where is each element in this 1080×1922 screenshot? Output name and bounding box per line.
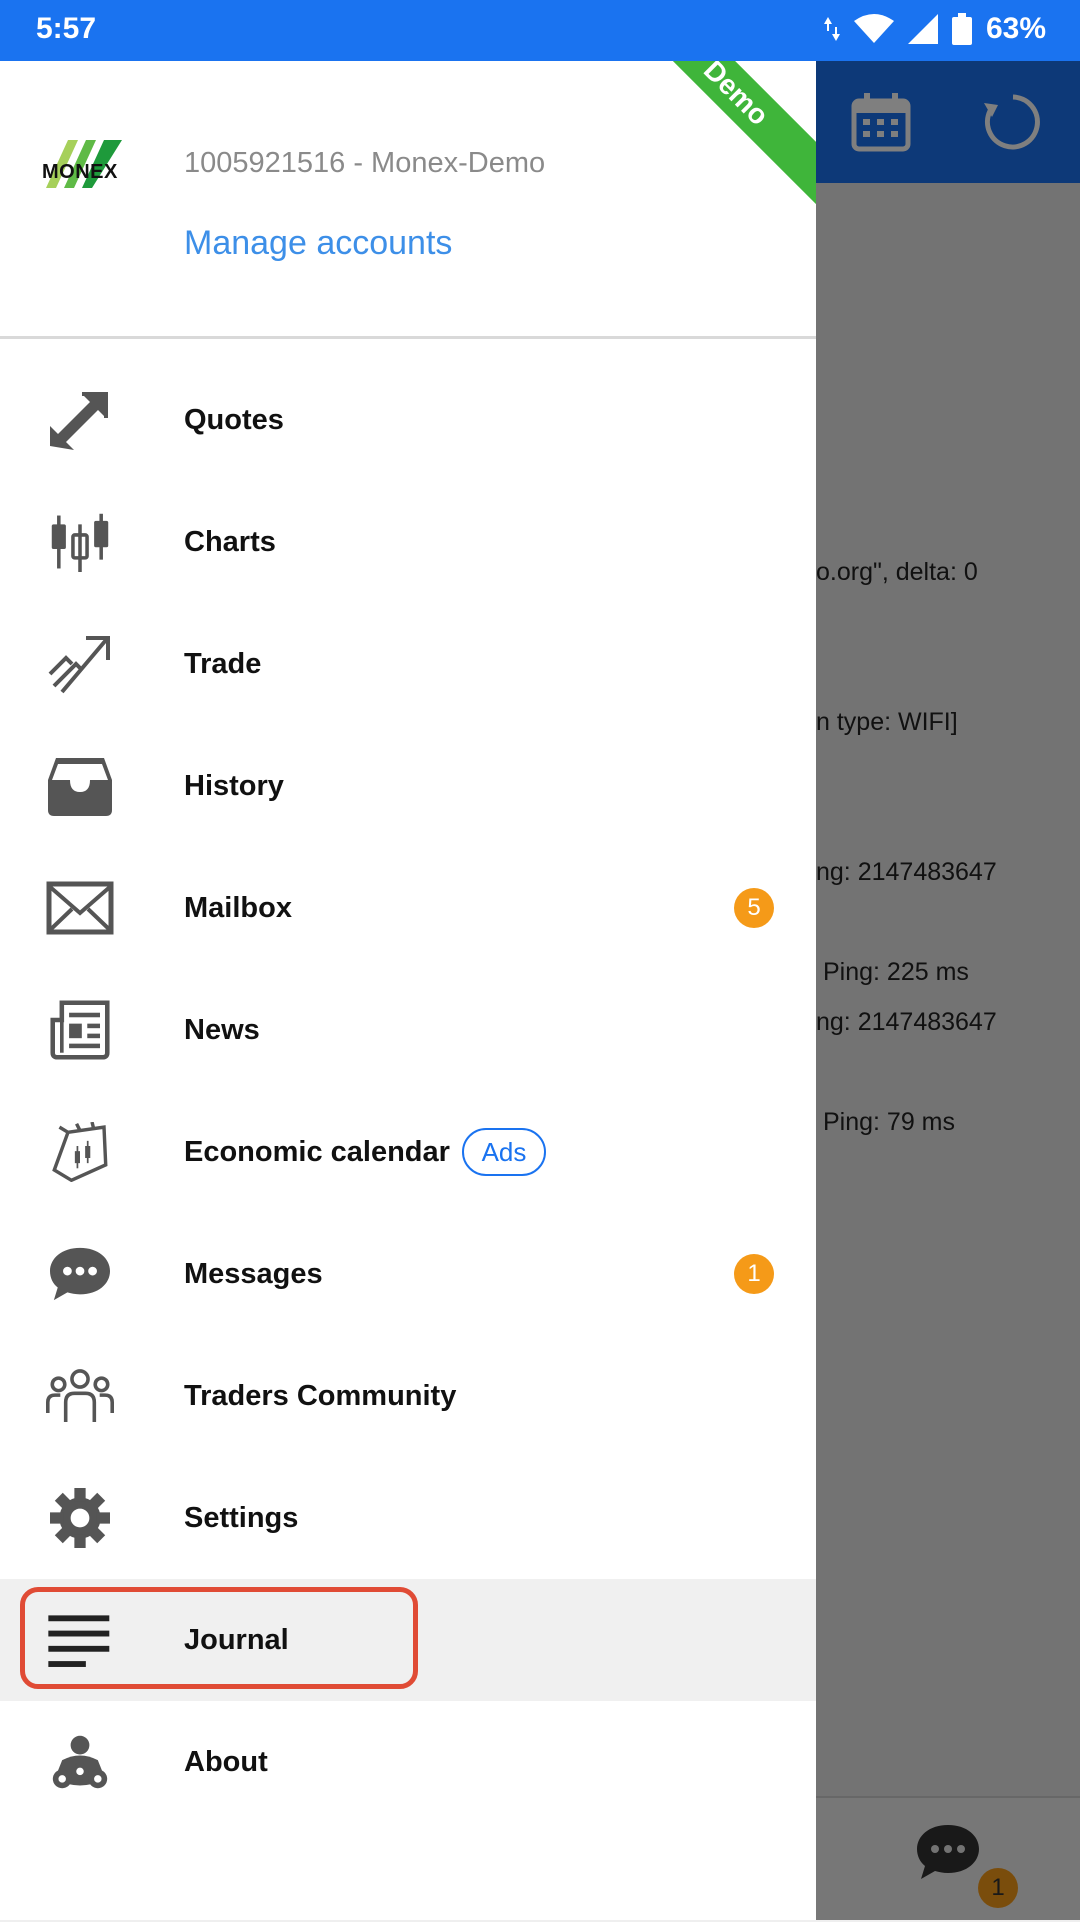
menu-item-messages[interactable]: Messages 1 <box>0 1213 816 1335</box>
status-bar: 5:57 63% <box>0 0 1080 61</box>
messages-badge: 1 <box>734 1254 774 1294</box>
news-icon <box>50 1000 110 1060</box>
data-transfer-icon <box>823 17 840 41</box>
demo-ribbon: Demo <box>624 61 816 205</box>
menu-item-label: Mailbox <box>184 891 292 924</box>
menu-item-history[interactable]: History <box>0 725 816 847</box>
manage-accounts-link[interactable]: Manage accounts <box>184 224 452 263</box>
menu-item-label: Economic calendar <box>184 1135 450 1168</box>
battery-percent: 63% <box>985 12 1046 45</box>
ads-tag: Ads <box>462 1128 546 1176</box>
menu-item-label: Settings <box>184 1501 299 1534</box>
journal-icon <box>48 1615 110 1667</box>
menu-item-settings[interactable]: Settings <box>0 1457 816 1579</box>
status-icons: 63% <box>823 12 1046 46</box>
menu-item-label: Quotes <box>184 403 284 436</box>
menu-item-label: Traders Community <box>184 1379 457 1412</box>
menu-item-label: News <box>184 1013 260 1046</box>
account-name: 1005921516 - Monex-Demo <box>184 147 546 179</box>
mailbox-badge: 5 <box>734 888 774 928</box>
menu-item-mailbox[interactable]: Mailbox 5 <box>0 847 816 969</box>
navigation-drawer: MONEX 1005921516 - Monex-Demo Manage acc… <box>0 61 816 1920</box>
monex-brand-text: MONEX <box>42 161 118 183</box>
menu-item-label: Charts <box>184 525 276 558</box>
wifi-icon <box>853 14 894 43</box>
menu-item-trade[interactable]: Trade <box>0 603 816 725</box>
menu-item-charts[interactable]: Charts <box>0 481 816 603</box>
drawer-header: MONEX 1005921516 - Monex-Demo Manage acc… <box>0 61 816 339</box>
menu-item-label: Journal <box>184 1623 289 1656</box>
menu-item-news[interactable]: News <box>0 969 816 1091</box>
settings-icon <box>50 1488 110 1548</box>
charts-icon <box>51 513 109 572</box>
menu-item-quotes[interactable]: Quotes <box>0 359 816 481</box>
drawer-menu: Quotes Charts Trade History Mailbox 5 Ne… <box>0 359 816 1823</box>
traders-community-icon <box>46 1369 114 1422</box>
quotes-icon <box>50 392 108 450</box>
signal-icon <box>907 14 938 44</box>
status-time: 5:57 <box>36 12 97 45</box>
history-icon <box>48 758 112 816</box>
menu-item-traders-community[interactable]: Traders Community <box>0 1335 816 1457</box>
economic-calendar-icon <box>52 1122 108 1182</box>
trade-icon <box>48 636 110 694</box>
messages-icon <box>50 1247 110 1301</box>
menu-item-economic-calendar[interactable]: Economic calendar Ads <box>0 1091 816 1213</box>
menu-item-journal[interactable]: Journal <box>0 1579 816 1701</box>
menu-item-about[interactable]: About <box>0 1701 816 1823</box>
about-icon <box>52 1735 108 1789</box>
menu-item-label: Messages <box>184 1257 323 1290</box>
menu-item-label: Trade <box>184 647 262 680</box>
menu-item-label: History <box>184 769 284 802</box>
menu-item-label: About <box>184 1745 268 1778</box>
battery-icon <box>951 13 972 45</box>
mailbox-icon <box>46 881 114 935</box>
